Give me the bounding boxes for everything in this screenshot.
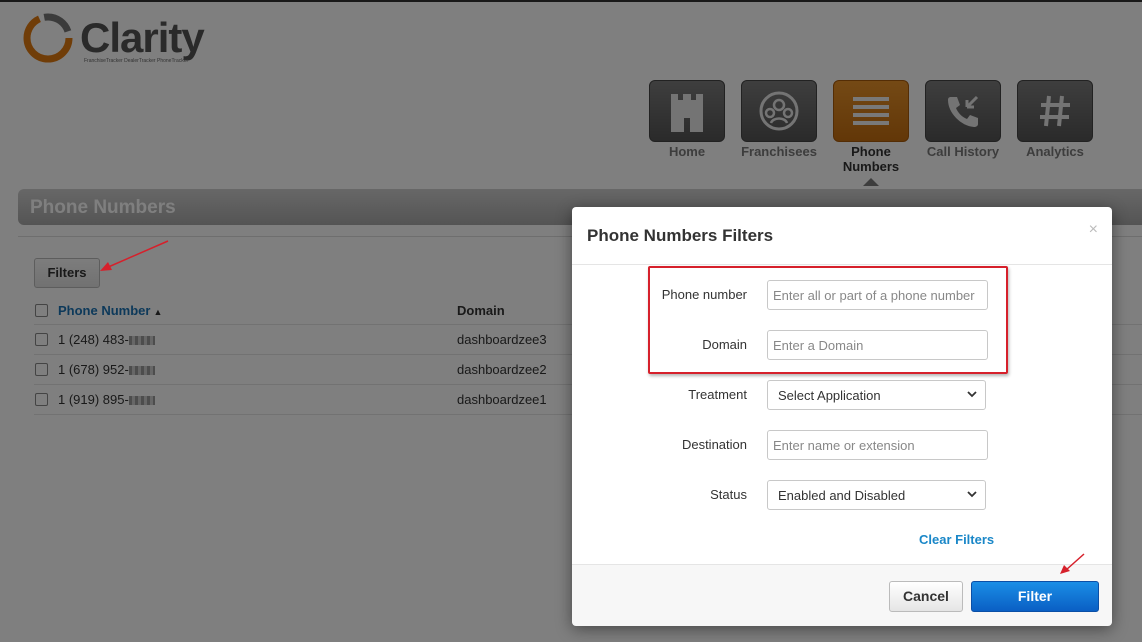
status-row: Status Enabled and Disabled [572,480,1112,510]
treatment-select[interactable]: Select Application [767,380,986,410]
modal-header: Phone Numbers Filters × [572,207,1112,265]
status-selected-value: Enabled and Disabled [778,488,906,503]
annotation-arrow [100,240,169,271]
treatment-selected-value: Select Application [778,388,881,403]
annotation-highlight-box [648,266,1008,374]
chevron-down-icon [967,391,977,398]
destination-row: Destination [572,430,1112,460]
chevron-down-icon [967,491,977,498]
filters-modal: Phone Numbers Filters × Phone number Dom… [572,207,1112,626]
modal-title: Phone Numbers Filters [587,226,774,245]
cancel-button[interactable]: Cancel [889,581,963,612]
destination-input[interactable] [767,430,988,460]
filter-button[interactable]: Filter [971,581,1099,612]
annotation-arrow [1060,553,1085,574]
modal-footer: Cancel Filter [572,564,1112,626]
treatment-row: Treatment Select Application [572,380,1112,410]
destination-label: Destination [681,437,747,452]
status-select[interactable]: Enabled and Disabled [767,480,986,510]
clear-filters-link[interactable]: Clear Filters [919,532,994,547]
close-icon[interactable]: × [1089,221,1098,239]
status-label: Status [710,487,747,502]
treatment-label: Treatment [688,387,747,402]
